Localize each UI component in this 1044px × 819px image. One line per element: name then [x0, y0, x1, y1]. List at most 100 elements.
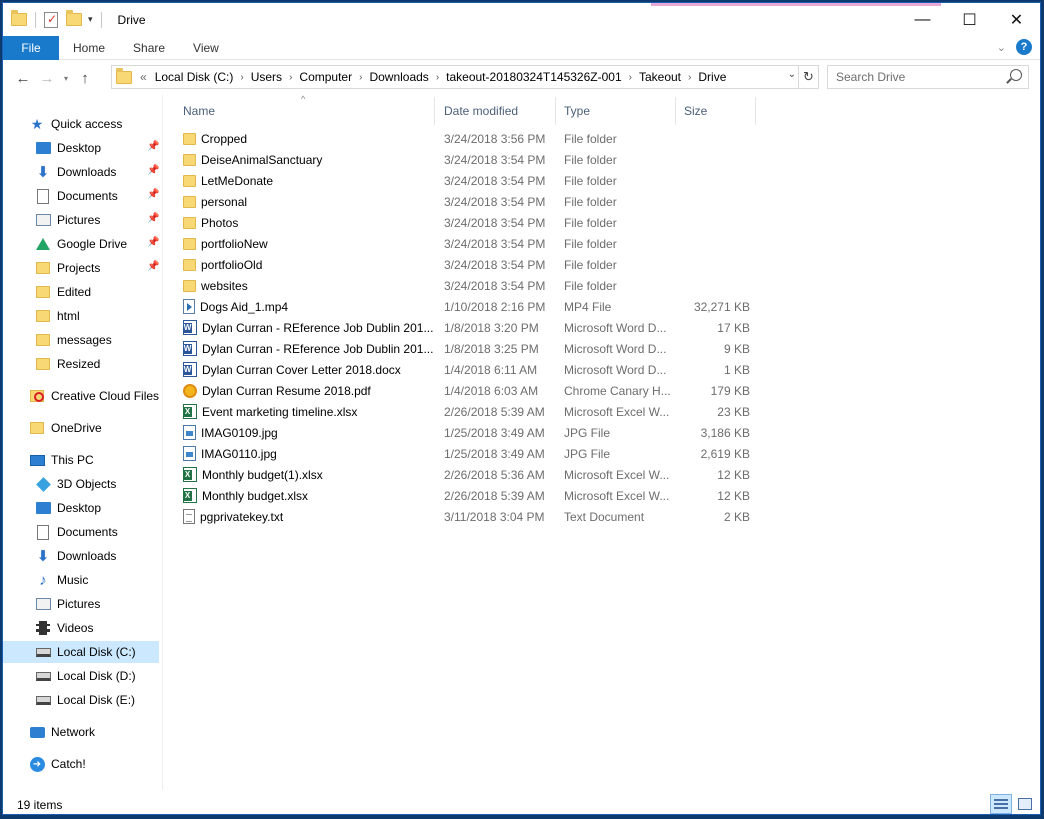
- pin-icon[interactable]: 📌: [147, 165, 159, 176]
- file-row[interactable]: portfolioOld 3/24/2018 3:54 PM File folder: [175, 254, 755, 275]
- nav-onedrive[interactable]: OneDrive: [29, 417, 102, 439]
- nav-network[interactable]: Network: [29, 721, 95, 743]
- file-name: Cropped: [201, 131, 248, 146]
- file-row[interactable]: LetMeDonate 3/24/2018 3:54 PM File folder: [175, 170, 755, 191]
- file-date: 3/24/2018 3:56 PM: [444, 131, 546, 146]
- file-row[interactable]: Dylan Curran Resume 2018.pdf 1/4/2018 6:0…: [175, 380, 755, 401]
- breadcrumb-downloads[interactable]: Downloads: [369, 70, 428, 84]
- nav-desktop[interactable]: Desktop: [35, 497, 101, 519]
- breadcrumb-separator[interactable]: ›: [359, 72, 362, 83]
- file-row[interactable]: IMAG0109.jpg 1/25/2018 3:49 AM JPG File 3,1…: [175, 422, 755, 443]
- nav-local-disk-c[interactable]: Local Disk (C:): [3, 641, 159, 663]
- address-bar[interactable]: « Local Disk (C:) › Users › Computer › D…: [111, 65, 799, 89]
- nav-google-drive[interactable]: Google Drive: [35, 233, 127, 255]
- drive-icon: [35, 668, 51, 684]
- file-row[interactable]: Event marketing timeline.xlsx 2/26/2018 5…: [175, 401, 755, 422]
- recent-locations-button[interactable]: ▾: [59, 74, 73, 83]
- tab-file[interactable]: File: [3, 35, 59, 60]
- column-header-name[interactable]: Name ^: [175, 94, 435, 125]
- back-button[interactable]: ←: [11, 70, 35, 87]
- breadcrumb-separator[interactable]: ›: [289, 72, 292, 83]
- pin-icon[interactable]: 📌: [147, 261, 159, 272]
- column-header-date[interactable]: Date modified: [436, 97, 556, 125]
- file-date: 3/24/2018 3:54 PM: [444, 152, 546, 167]
- tab-home[interactable]: Home: [59, 36, 119, 60]
- file-row[interactable]: IMAG0110.jpg 1/25/2018 3:49 AM JPG File 2,6…: [175, 443, 755, 464]
- nav-projects[interactable]: Projects: [35, 257, 100, 279]
- nav-downloads[interactable]: ⬇ Downloads: [35, 545, 117, 567]
- file-row[interactable]: pgprivatekey.txt 3/11/2018 3:04 PM Text Do…: [175, 506, 755, 527]
- breadcrumb-users[interactable]: Users: [251, 70, 282, 84]
- expand-ribbon-icon[interactable]: ⌄: [997, 41, 1006, 54]
- search-icon[interactable]: [1010, 69, 1022, 81]
- file-row[interactable]: personal 3/24/2018 3:54 PM File folder: [175, 191, 755, 212]
- close-button[interactable]: ✕: [993, 3, 1040, 36]
- file-name: Photos: [201, 215, 239, 230]
- properties-icon[interactable]: [44, 11, 58, 28]
- nav-documents[interactable]: Documents: [35, 521, 118, 543]
- quick-access-toolbar: ▾: [11, 10, 110, 28]
- nav-pictures[interactable]: Pictures: [35, 593, 100, 615]
- file-row[interactable]: Monthly budget.xlsx 2/26/2018 5:39 AM Micr…: [175, 485, 755, 506]
- pin-icon[interactable]: 📌: [147, 189, 159, 200]
- tab-view[interactable]: View: [179, 36, 233, 60]
- breadcrumb-takeout[interactable]: Takeout: [639, 70, 681, 84]
- nav-html[interactable]: html: [35, 305, 80, 327]
- tab-share[interactable]: Share: [119, 36, 179, 60]
- breadcrumb-local-disk[interactable]: Local Disk (C:): [155, 70, 234, 84]
- breadcrumb-separator[interactable]: ›: [240, 72, 243, 83]
- refresh-button[interactable]: ↻: [799, 65, 819, 89]
- breadcrumb-separator[interactable]: ›: [688, 72, 691, 83]
- nav-quick-access[interactable]: ★ Quick access: [29, 113, 123, 135]
- file-row[interactable]: Dylan Curran - REference Job Dublin 201.…: [175, 317, 755, 338]
- pin-icon[interactable]: 📌: [147, 237, 159, 248]
- file-size: 17 KB: [717, 320, 750, 335]
- address-dropdown-icon[interactable]: ⌄: [788, 69, 796, 80]
- search-input[interactable]: Search Drive: [827, 65, 1029, 89]
- breadcrumb-separator[interactable]: ›: [629, 72, 632, 83]
- nav-catch[interactable]: ➜ Catch!: [29, 753, 86, 775]
- pin-icon[interactable]: 📌: [147, 213, 159, 224]
- nav-music[interactable]: ♪ Music: [35, 569, 88, 591]
- column-header-size[interactable]: Size: [676, 97, 756, 125]
- file-row[interactable]: portfolioNew 3/24/2018 3:54 PM File folder: [175, 233, 755, 254]
- file-row[interactable]: DeiseAnimalSanctuary 3/24/2018 3:54 PM Fil…: [175, 149, 755, 170]
- nav-edited[interactable]: Edited: [35, 281, 91, 303]
- file-type: File folder: [564, 257, 617, 272]
- nav-desktop-pinned[interactable]: Desktop: [35, 137, 101, 159]
- nav-this-pc[interactable]: This PC: [29, 449, 94, 471]
- nav-local-disk-d[interactable]: Local Disk (D:): [35, 665, 136, 687]
- large-icons-view-button[interactable]: [1014, 794, 1036, 814]
- nav-videos[interactable]: Videos: [35, 617, 93, 639]
- file-row[interactable]: Dylan Curran - REference Job Dublin 201.…: [175, 338, 755, 359]
- breadcrumb-overflow[interactable]: «: [140, 70, 147, 84]
- nav-local-disk-e[interactable]: Local Disk (E:): [35, 689, 135, 711]
- breadcrumb-takeout-archive[interactable]: takeout-20180324T145326Z-001: [446, 70, 621, 84]
- nav-resized[interactable]: Resized: [35, 353, 100, 375]
- maximize-button[interactable]: ☐: [946, 3, 993, 36]
- nav-pictures-pinned[interactable]: Pictures: [35, 209, 100, 231]
- nav-creative-cloud[interactable]: Creative Cloud Files: [29, 385, 159, 407]
- file-row[interactable]: websites 3/24/2018 3:54 PM File folder: [175, 275, 755, 296]
- file-row[interactable]: Photos 3/24/2018 3:54 PM File folder: [175, 212, 755, 233]
- up-button[interactable]: ↑: [73, 70, 97, 87]
- new-folder-icon[interactable]: [66, 10, 82, 26]
- nav-messages[interactable]: messages: [35, 329, 112, 351]
- breadcrumb-separator[interactable]: ›: [436, 72, 439, 83]
- nav-downloads-pinned[interactable]: ⬇ Downloads: [35, 161, 117, 183]
- file-row[interactable]: Monthly budget(1).xlsx 2/26/2018 5:36 AM M…: [175, 464, 755, 485]
- breadcrumb-drive[interactable]: Drive: [698, 70, 726, 84]
- pin-icon[interactable]: 📌: [147, 141, 159, 152]
- file-row[interactable]: Cropped 3/24/2018 3:56 PM File folder: [175, 128, 755, 149]
- breadcrumb-computer[interactable]: Computer: [299, 70, 352, 84]
- help-icon[interactable]: ?: [1016, 39, 1032, 55]
- nav-3d-objects[interactable]: 3D Objects: [35, 473, 116, 495]
- minimize-button[interactable]: —: [899, 3, 946, 36]
- forward-button[interactable]: →: [35, 70, 59, 87]
- details-view-button[interactable]: [990, 794, 1012, 814]
- nav-documents-pinned[interactable]: Documents: [35, 185, 118, 207]
- file-row[interactable]: Dogs Aid_1.mp4 1/10/2018 2:16 PM MP4 File 3…: [175, 296, 755, 317]
- column-header-type[interactable]: Type: [556, 97, 676, 125]
- customize-toolbar-icon[interactable]: ▾: [88, 14, 93, 25]
- file-row[interactable]: Dylan Curran Cover Letter 2018.docx 1/4/2…: [175, 359, 755, 380]
